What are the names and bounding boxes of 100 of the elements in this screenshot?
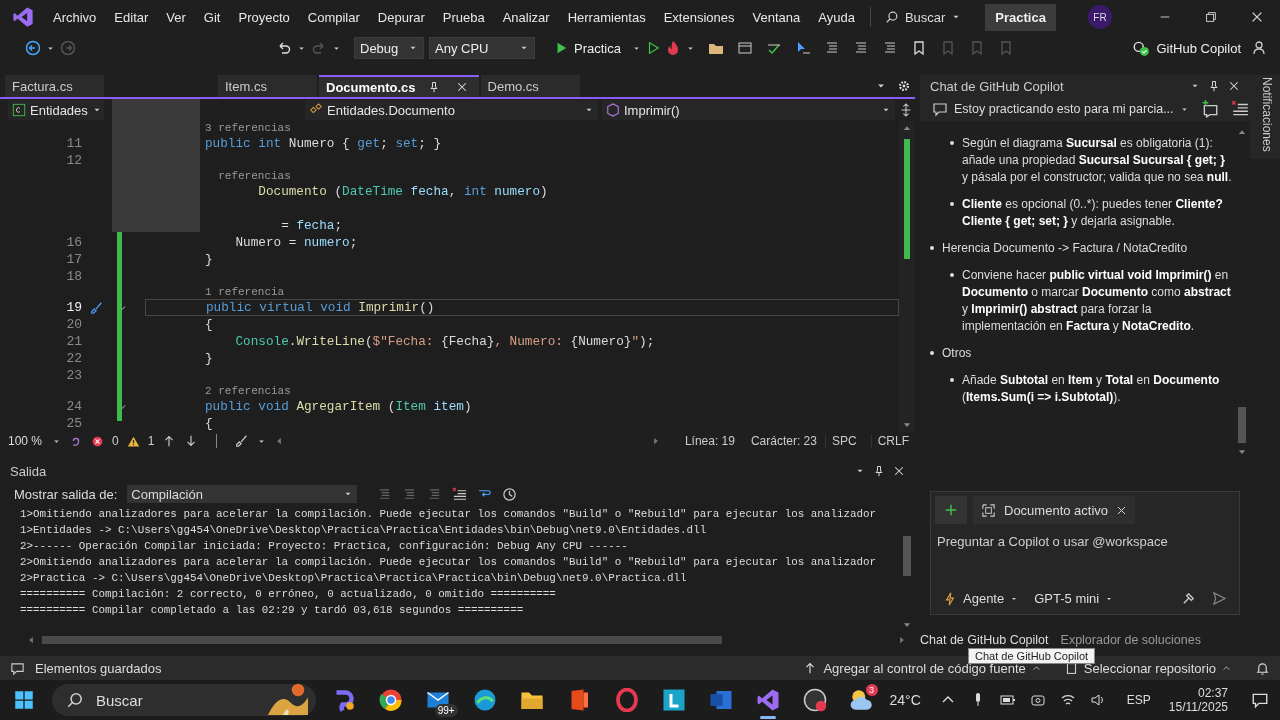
close-icon[interactable] — [1116, 504, 1128, 516]
user-avatar[interactable]: FR — [1088, 5, 1112, 29]
settings-icon[interactable] — [897, 79, 911, 93]
window-icon[interactable] — [736, 40, 753, 56]
battery-icon[interactable] — [999, 692, 1016, 708]
dropdown[interactable]: Debug — [354, 37, 424, 59]
bullet-icon — [930, 246, 934, 250]
menu-item[interactable]: Ventana — [743, 9, 810, 25]
clear-icon[interactable] — [1230, 100, 1249, 118]
reference-count[interactable]: 2 referencias — [205, 385, 291, 397]
brush-icon[interactable] — [90, 300, 104, 315]
menu-item[interactable]: Ayuda — [809, 9, 864, 25]
menu-item[interactable]: Prueba — [433, 9, 494, 25]
ring-icon[interactable] — [614, 688, 639, 712]
notifications-tab[interactable]: Notificaciones — [1250, 75, 1280, 159]
record-icon[interactable] — [802, 688, 827, 712]
dropdown[interactable]: Any CPU — [429, 37, 535, 59]
language-indicator[interactable]: ESP — [1126, 693, 1151, 707]
line-ending-indicator[interactable]: CRLF — [870, 434, 915, 448]
mode-dropdown[interactable]: Agente — [943, 591, 1019, 606]
menu-item[interactable]: Depurar — [368, 9, 434, 25]
bell-icon[interactable] — [1255, 660, 1270, 676]
navigation-dropdown[interactable]: Imprimir() — [602, 100, 895, 120]
clock-time[interactable]: 02:37 — [1197, 686, 1228, 700]
file-tab[interactable]: Factura.cs — [5, 75, 104, 97]
file-tab[interactable]: Documento.cs — [319, 75, 479, 97]
close-icon[interactable] — [1228, 80, 1240, 92]
document-icon[interactable] — [708, 688, 733, 712]
browser-icon[interactable] — [379, 688, 404, 712]
taskbar-search[interactable]: Buscar — [52, 684, 317, 716]
weather-icon[interactable] — [848, 687, 875, 713]
search-button[interactable]: Buscar — [878, 9, 968, 25]
clock-icon[interactable] — [502, 486, 518, 502]
send-icon[interactable] — [1212, 591, 1227, 606]
reference-count[interactable]: 3 referencias — [205, 122, 291, 134]
copilot-button[interactable]: GitHub Copilot — [1126, 38, 1247, 58]
camera-icon[interactable] — [1029, 692, 1046, 708]
error-icon[interactable] — [91, 434, 105, 448]
code-line: { — [205, 317, 213, 332]
add-context-button[interactable] — [935, 496, 967, 524]
close-icon[interactable] — [455, 81, 468, 93]
restore-icon[interactable] — [1204, 10, 1218, 24]
warning-icon[interactable] — [126, 434, 140, 448]
zoom-dropdown[interactable]: 100 % — [8, 434, 62, 448]
scrollbar-thumb[interactable] — [903, 536, 911, 576]
menu-item[interactable]: Herramientas — [558, 9, 655, 25]
menu-item[interactable]: Editar — [105, 9, 158, 25]
navigation-dropdown[interactable]: Entidades.Documento — [305, 100, 598, 120]
scrollbar-thumb[interactable] — [904, 139, 910, 259]
browser-icon[interactable] — [473, 688, 498, 712]
chat-input-field[interactable]: Documento activo Preguntar a Copilot o usar @workspace Agente GPT-5 mini — [930, 491, 1240, 615]
clear-icon[interactable] — [452, 486, 468, 502]
clock-date[interactable]: 15/11/2025 — [1168, 700, 1228, 714]
pin-icon[interactable] — [427, 81, 440, 93]
start-icon[interactable] — [14, 690, 34, 710]
split-icon[interactable] — [899, 103, 913, 117]
warning-count[interactable]: 1 — [147, 434, 155, 448]
menu-item[interactable]: Compilar — [298, 9, 369, 25]
line-indicator[interactable]: Línea: 19 — [684, 434, 735, 448]
temperature[interactable]: 24°C — [889, 692, 921, 708]
person-icon[interactable] — [1252, 40, 1268, 56]
line-number: 18 — [65, 269, 82, 284]
source-control-button[interactable]: Agregar al control de código fuente — [803, 660, 1041, 676]
pin-icon[interactable] — [1208, 80, 1220, 92]
panel-tab[interactable]: Explorador de soluciones — [1060, 633, 1201, 647]
menu-item[interactable]: Ver — [157, 9, 195, 25]
run-button[interactable]: Practica — [548, 39, 627, 57]
brush-icon[interactable] — [235, 434, 250, 448]
speaker-icon[interactable] — [1089, 692, 1106, 708]
context-chip[interactable]: Documento activo — [973, 496, 1136, 524]
navigation-dropdown[interactable]: Entidades — [8, 100, 104, 120]
reference-count[interactable]: 1 referencia — [205, 286, 285, 298]
close-icon[interactable] — [893, 465, 905, 477]
chat-text: Otros — [942, 345, 972, 362]
scrollbar-thumb[interactable] — [42, 636, 722, 644]
back-icon[interactable] — [25, 40, 41, 56]
app-icon[interactable] — [661, 688, 686, 712]
tooltip: Chat de GitHub Copilot — [968, 648, 1096, 664]
menu-item[interactable]: Archivo — [44, 9, 106, 25]
file-tab[interactable]: Item.cs — [218, 75, 317, 97]
panel-tab[interactable]: Chat de GitHub Copilot — [920, 633, 1049, 647]
file-tab[interactable]: Demo.cs — [480, 75, 580, 97]
output-source-dropdown[interactable]: Compilación — [127, 485, 358, 503]
menu-item[interactable]: Git — [194, 9, 230, 25]
column-indicator[interactable]: Carácter: 23 — [750, 434, 817, 448]
line-number: 24 — [65, 399, 82, 414]
pin-icon[interactable] — [873, 465, 885, 477]
tools-icon[interactable] — [1181, 591, 1196, 606]
new-chat-icon[interactable] — [1200, 100, 1219, 118]
indent-indicator[interactable]: SPC — [824, 434, 863, 448]
close-icon[interactable] — [1250, 10, 1264, 24]
menu-item[interactable]: Proyecto — [229, 9, 299, 25]
message-icon[interactable] — [10, 660, 25, 676]
menu-item[interactable]: Extensiones — [654, 9, 744, 25]
reference-count[interactable]: referencias — [205, 170, 291, 182]
error-count[interactable]: 0 — [112, 434, 119, 448]
menu-item[interactable]: Analizar — [493, 9, 559, 25]
notifications-icon[interactable] — [1251, 691, 1269, 709]
scrollbar-thumb[interactable] — [1238, 407, 1246, 443]
model-dropdown[interactable]: GPT-5 mini — [1034, 591, 1114, 606]
